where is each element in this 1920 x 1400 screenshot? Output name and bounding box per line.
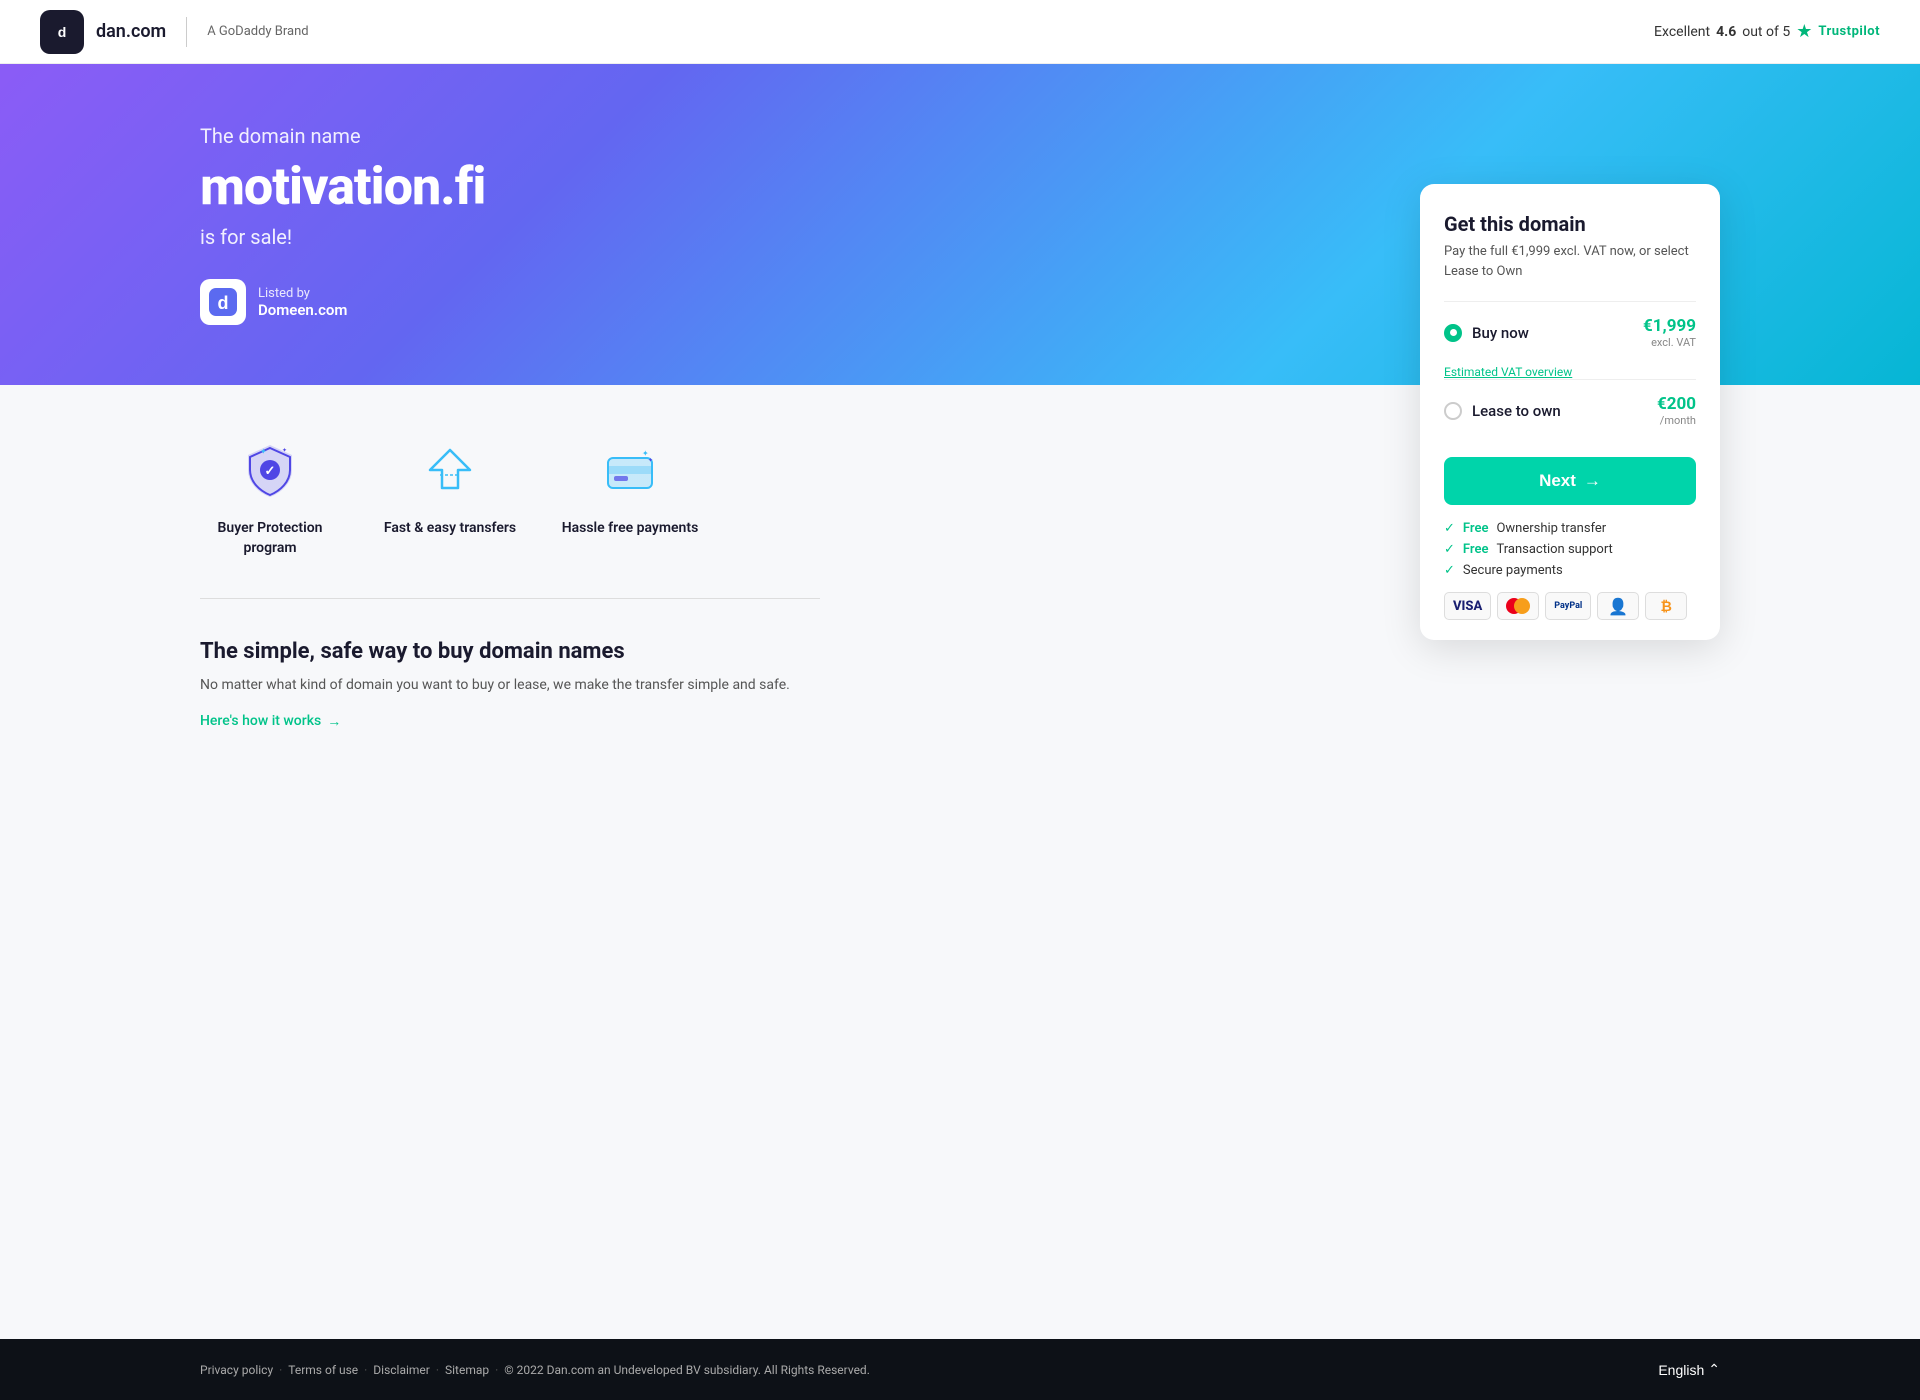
buyer-protection-label: Buyer Protection program (200, 519, 340, 558)
listed-logo-icon: d (200, 279, 246, 325)
info-title: The simple, safe way to buy domain names (200, 639, 820, 664)
hero-content: The domain name motivation.fi is for sal… (200, 124, 800, 325)
next-label: Next (1539, 471, 1576, 491)
svg-text:✓: ✓ (265, 464, 276, 479)
listed-by-info: Listed by Domeen.com (258, 286, 347, 319)
language-caret-icon: ⌃ (1708, 1361, 1720, 1378)
feature-text-ownership: Ownership transfer (1496, 521, 1606, 536)
copyright-text: © 2022 Dan.com an Undeveloped BV subsidi… (504, 1363, 870, 1377)
left-content: ✓ ✦ ✦ Buyer Protection program Fast & ea… (200, 435, 820, 730)
dan-logo-icon[interactable]: d (40, 10, 84, 54)
language-label: English (1658, 1362, 1704, 1378)
card-title: Get this domain (1444, 212, 1696, 236)
buy-now-option[interactable]: Buy now €1,999 excl. VAT (1444, 301, 1696, 363)
hero-sale: is for sale! (200, 225, 800, 249)
hero-banner: The domain name motivation.fi is for sal… (0, 64, 1920, 385)
card-subtitle: Pay the full €1,999 excl. VAT now, or se… (1444, 242, 1696, 281)
listed-by-name: Domeen.com (258, 301, 347, 319)
features-row: ✓ ✦ ✦ Buyer Protection program Fast & ea… (200, 435, 820, 599)
transfer-feature-icon (415, 435, 485, 505)
language-button[interactable]: English ⌃ (1658, 1361, 1720, 1378)
hero-domain: motivation.fi (200, 156, 800, 217)
lease-price-area: €200 /month (1657, 394, 1696, 427)
footer-sep-1: · (279, 1363, 282, 1377)
escrow-icon: 👤 (1597, 592, 1639, 620)
free-label-transaction: Free (1463, 542, 1489, 557)
svg-text:✦: ✦ (648, 457, 653, 464)
check-icon-ownership (1444, 521, 1455, 536)
trustpilot-score: 4.6 (1716, 24, 1736, 40)
lease-price-sub: /month (1657, 414, 1696, 427)
trustpilot-outof: out of 5 (1742, 24, 1790, 40)
paypal-icon: PayPal (1545, 592, 1591, 620)
svg-text:✦: ✦ (260, 447, 267, 456)
trustpilot-star-icon: ★ (1796, 21, 1812, 42)
buy-now-radio[interactable] (1444, 324, 1462, 342)
card-features-list: Free Ownership transfer Free Transaction… (1444, 521, 1696, 578)
terms-of-use-link[interactable]: Terms of use (288, 1363, 358, 1377)
footer-sep-3: · (436, 1363, 439, 1377)
buy-now-price: €1,999 (1643, 316, 1696, 336)
footer-links: Privacy policy · Terms of use · Disclaim… (200, 1363, 870, 1377)
hero-subtitle: The domain name (200, 124, 800, 148)
buy-now-price-sub: excl. VAT (1643, 336, 1696, 349)
vat-overview-link[interactable]: Estimated VAT overview (1444, 365, 1696, 379)
buy-now-left: Buy now (1444, 324, 1529, 342)
logo-divider (186, 17, 187, 47)
sitemap-link[interactable]: Sitemap (445, 1363, 489, 1377)
hassle-free-label: Hassle free payments (560, 519, 700, 539)
trustpilot-area: Excellent 4.6 out of 5 ★ Trustpilot (1654, 21, 1880, 42)
feature-item-ownership: Free Ownership transfer (1444, 521, 1696, 536)
shield-feature-icon: ✓ ✦ ✦ (235, 435, 305, 505)
info-text: No matter what kind of domain you want t… (200, 674, 820, 696)
lease-label: Lease to own (1472, 402, 1561, 420)
lease-left: Lease to own (1444, 402, 1561, 420)
feature-fast-transfer: Fast & easy transfers (380, 435, 520, 558)
header-left: d dan.com A GoDaddy Brand (40, 10, 309, 54)
listed-by: d Listed by Domeen.com (200, 279, 800, 325)
logo-text[interactable]: dan.com (96, 21, 166, 42)
how-works-text: Here's how it works (200, 713, 321, 729)
payment-icons: VISA PayPal 👤 ₿ (1444, 592, 1696, 620)
privacy-policy-link[interactable]: Privacy policy (200, 1363, 273, 1377)
svg-text:✦: ✦ (282, 447, 287, 454)
svg-text:d: d (58, 24, 67, 40)
footer-sep-2: · (364, 1363, 367, 1377)
arrow-right-icon: → (1584, 471, 1601, 491)
how-works-arrow-icon: → (327, 713, 341, 730)
fast-transfer-label: Fast & easy transfers (380, 519, 520, 539)
header: d dan.com A GoDaddy Brand Excellent 4.6 … (0, 0, 1920, 64)
mastercard-icon (1497, 592, 1539, 620)
bitcoin-icon: ₿ (1645, 592, 1687, 620)
listed-by-label: Listed by (258, 286, 347, 301)
how-works-link[interactable]: Here's how it works → (200, 713, 820, 730)
trustpilot-label: Excellent (1654, 24, 1710, 40)
visa-icon: VISA (1444, 592, 1491, 620)
feature-hassle-free: ✦ ✦ Hassle free payments (560, 435, 700, 558)
lease-price: €200 (1657, 394, 1696, 414)
buy-now-label: Buy now (1472, 324, 1529, 342)
check-icon-transaction (1444, 542, 1455, 557)
footer-sep-4: · (495, 1363, 498, 1377)
next-button[interactable]: Next → (1444, 457, 1696, 505)
feature-item-secure: ✓ Secure payments (1444, 563, 1696, 578)
svg-text:d: d (218, 293, 229, 313)
footer: Privacy policy · Terms of use · Disclaim… (0, 1339, 1920, 1400)
check-icon-secure: ✓ (1444, 563, 1455, 578)
purchase-card: Get this domain Pay the full €1,999 excl… (1420, 184, 1720, 640)
payment-feature-icon: ✦ ✦ (595, 435, 665, 505)
feature-text-secure: Secure payments (1463, 563, 1563, 578)
feature-buyer-protection: ✓ ✦ ✦ Buyer Protection program (200, 435, 340, 558)
trustpilot-brand: Trustpilot (1818, 24, 1880, 39)
lease-radio[interactable] (1444, 402, 1462, 420)
feature-text-transaction: Transaction support (1496, 542, 1612, 557)
free-label-ownership: Free (1463, 521, 1489, 536)
feature-item-transaction: Free Transaction support (1444, 542, 1696, 557)
buy-now-price-area: €1,999 excl. VAT (1643, 316, 1696, 349)
godaddy-brand: A GoDaddy Brand (207, 24, 308, 39)
lease-option[interactable]: Lease to own €200 /month (1444, 379, 1696, 441)
disclaimer-link[interactable]: Disclaimer (373, 1363, 430, 1377)
info-section: The simple, safe way to buy domain names… (200, 639, 820, 729)
